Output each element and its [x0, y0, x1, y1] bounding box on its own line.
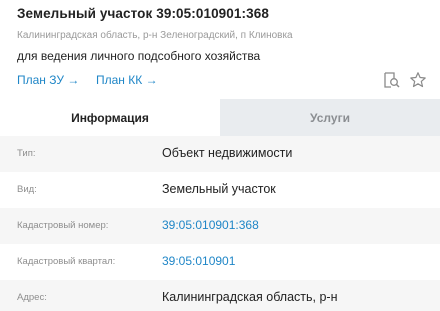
type-label: Тип: — [17, 148, 36, 159]
plan-kk-link[interactable]: План КК → — [96, 73, 158, 87]
cadastral-block-label: Кадастровый квартал: — [17, 256, 116, 267]
address-label: Адрес: — [17, 292, 47, 303]
details-table: Тип: Объект недвижимости Вид: Земельный … — [0, 136, 440, 311]
table-row: Кадастровый квартал: 39:05:010901 — [0, 244, 440, 280]
kind-value: Земельный участок — [162, 182, 276, 196]
tab-bar: Информация Услуги — [0, 99, 440, 136]
object-card-header: Земельный участок 39:05:010901:368 Калин… — [0, 0, 440, 98]
table-row: Тип: Объект недвижимости — [0, 136, 440, 172]
zoom-doc-icon[interactable] — [382, 71, 400, 89]
table-row: Кадастровый номер: 39:05:010901:368 — [0, 208, 440, 244]
type-value: Объект недвижимости — [162, 146, 293, 160]
star-icon[interactable] — [409, 71, 427, 89]
cadastral-number-link[interactable]: 39:05:010901:368 — [162, 218, 259, 232]
address-value: Калининградская область, р-н — [162, 290, 338, 304]
cadastral-block-link[interactable]: 39:05:010901 — [162, 254, 235, 268]
table-row: Вид: Земельный участок — [0, 172, 440, 208]
kind-label: Вид: — [17, 184, 37, 195]
table-row: Адрес: Калининградская область, р-н — [0, 280, 440, 311]
cadastral-number-label: Кадастровый номер: — [17, 220, 109, 231]
tab-information[interactable]: Информация — [0, 99, 220, 136]
page-title: Земельный участок 39:05:010901:368 — [17, 6, 269, 21]
land-purpose: для ведения личного подсобного хозяйства — [17, 49, 261, 63]
address-subtitle: Калининградская область, р-н Зеленоградс… — [17, 30, 293, 41]
tab-services[interactable]: Услуги — [220, 99, 440, 136]
plan-zu-link[interactable]: План ЗУ → — [17, 73, 79, 87]
